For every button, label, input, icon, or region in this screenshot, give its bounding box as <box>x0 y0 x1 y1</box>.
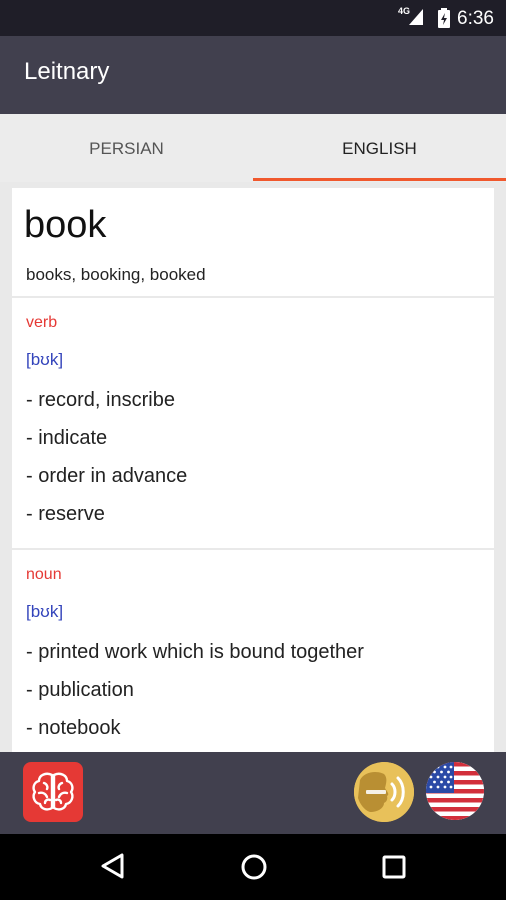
definition: - notebook <box>26 717 121 739</box>
back-icon[interactable] <box>98 851 128 881</box>
status-bar: 4G 6:36 <box>0 0 506 36</box>
bottom-action-bar <box>0 752 506 834</box>
system-nav-bar <box>0 834 506 900</box>
language-flag-button[interactable] <box>426 762 484 820</box>
pronounce-button[interactable] <box>354 762 414 822</box>
language-tabs: PERSIAN ENGLISH <box>0 114 506 182</box>
definition: - indicate <box>26 427 108 449</box>
us-flag-icon <box>426 762 484 820</box>
headword-card: book books, booking, booked <box>12 188 494 296</box>
recents-icon[interactable] <box>382 855 406 879</box>
definition: - reserve <box>26 503 105 525</box>
definition: - printed work which is bound together <box>26 641 364 663</box>
home-icon[interactable] <box>240 853 268 881</box>
part-of-speech: noun <box>26 566 62 583</box>
signal-icon <box>409 9 423 25</box>
leitner-box-button[interactable] <box>23 762 83 822</box>
headword: book <box>24 204 107 246</box>
pronunciation: [bʊk] <box>26 602 64 621</box>
definition: - record, inscribe <box>26 389 175 411</box>
definition: - order in advance <box>26 465 188 487</box>
tab-persian[interactable]: PERSIAN <box>0 114 253 182</box>
tab-english[interactable]: ENGLISH <box>253 114 506 182</box>
definition-list: - record, inscribe - indicate - order in… <box>26 386 187 538</box>
sense-card-noun: noun [bʊk] - printed work which is bound… <box>12 550 494 752</box>
clock: 6:36 <box>457 8 494 29</box>
battery-charging-icon <box>438 8 450 28</box>
dictionary-entry[interactable]: book books, booking, booked verb [bʊk] -… <box>0 182 506 752</box>
selected-tab-indicator <box>253 178 506 181</box>
pronunciation: [bʊk] <box>26 350 64 369</box>
brain-icon <box>32 772 74 811</box>
definition: - publication <box>26 679 134 701</box>
word-forms: books, booking, booked <box>26 265 206 284</box>
app-bar: Leitnary <box>0 36 506 114</box>
definition-list: - printed work which is bound together -… <box>26 638 364 752</box>
part-of-speech: verb <box>26 314 58 331</box>
sense-card-verb: verb [bʊk] - record, inscribe - indicate… <box>12 298 494 548</box>
app-title: Leitnary <box>24 58 110 85</box>
speaker-voice-icon <box>354 762 414 822</box>
